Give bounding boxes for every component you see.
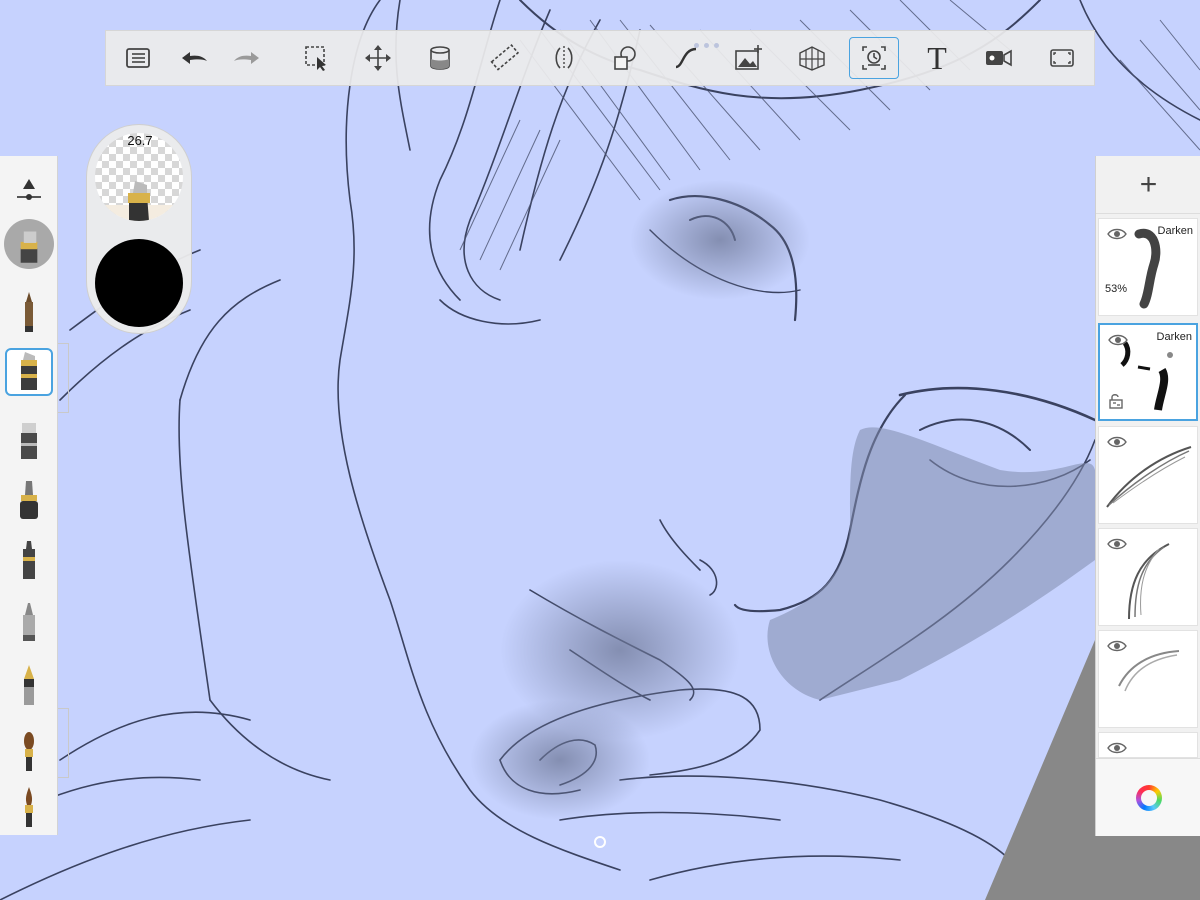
record-video-icon[interactable] (975, 38, 1021, 78)
palette-page-indicator (58, 708, 69, 778)
layer-item[interactable] (1098, 732, 1198, 758)
shapes-icon[interactable] (602, 38, 648, 78)
eye-icon[interactable] (1107, 639, 1127, 653)
text-icon-label: T (927, 39, 947, 76)
brush-puck[interactable]: 26.7 (86, 124, 192, 334)
marker-icon[interactable] (0, 348, 58, 396)
color-editor-button[interactable] (1096, 758, 1200, 836)
symmetry-icon[interactable] (541, 38, 587, 78)
brush-size-value: 26.7 (127, 133, 153, 148)
ink-pen-icon[interactable] (0, 536, 58, 586)
add-layer-button[interactable]: + (1096, 156, 1200, 214)
paintbrush-icon[interactable] (0, 728, 58, 778)
selection-icon[interactable] (294, 38, 340, 78)
ruler-icon[interactable] (481, 38, 527, 78)
layer-item[interactable]: Darken 53% (1098, 218, 1198, 316)
felt-pen-icon[interactable] (0, 476, 58, 526)
layer-item[interactable] (1098, 528, 1198, 626)
redo-icon[interactable] (224, 38, 270, 78)
eye-icon[interactable] (1107, 741, 1127, 755)
layer-opacity-label: 53% (1105, 283, 1128, 295)
add-layer-label: + (1139, 167, 1158, 201)
blend-mode-label[interactable]: Darken (1157, 331, 1192, 343)
layer-editor: + Darken 53% Darken (1095, 156, 1200, 836)
palette-page-indicator (58, 343, 69, 413)
eye-icon[interactable] (1108, 333, 1128, 347)
brush-library-icon[interactable] (0, 216, 58, 272)
eye-icon[interactable] (1107, 537, 1127, 551)
eye-icon[interactable] (1107, 227, 1127, 241)
chisel-marker-icon[interactable] (0, 416, 58, 466)
brush-palette (0, 156, 58, 835)
lock-icon[interactable] (1109, 393, 1123, 409)
fullscreen-icon[interactable] (1039, 38, 1085, 78)
fountain-pen-icon[interactable] (0, 662, 58, 712)
text-icon[interactable]: T (914, 38, 960, 78)
fill-bucket-icon[interactable] (417, 38, 463, 78)
time-lapse-icon[interactable] (849, 37, 899, 79)
pencil-icon[interactable] (0, 284, 58, 340)
perspective-grid-icon[interactable] (789, 38, 835, 78)
curve-icon[interactable] (663, 38, 709, 78)
layer-item[interactable] (1098, 630, 1198, 728)
brush-properties-icon[interactable] (0, 164, 58, 214)
undo-icon[interactable] (171, 38, 217, 78)
menu-list-icon[interactable] (115, 38, 161, 78)
fine-brush-icon[interactable] (0, 784, 58, 834)
current-color-swatch[interactable] (95, 239, 183, 327)
blend-mode-label[interactable]: Darken (1158, 225, 1193, 237)
transform-move-icon[interactable] (355, 38, 401, 78)
main-toolbar: T (105, 30, 1095, 86)
layer-item-selected[interactable]: Darken (1098, 323, 1198, 421)
eye-icon[interactable] (1107, 435, 1127, 449)
color-wheel-icon (1135, 785, 1162, 811)
add-image-icon[interactable] (725, 38, 771, 78)
layer-item[interactable] (1098, 426, 1198, 524)
ballpoint-icon[interactable] (0, 598, 58, 648)
